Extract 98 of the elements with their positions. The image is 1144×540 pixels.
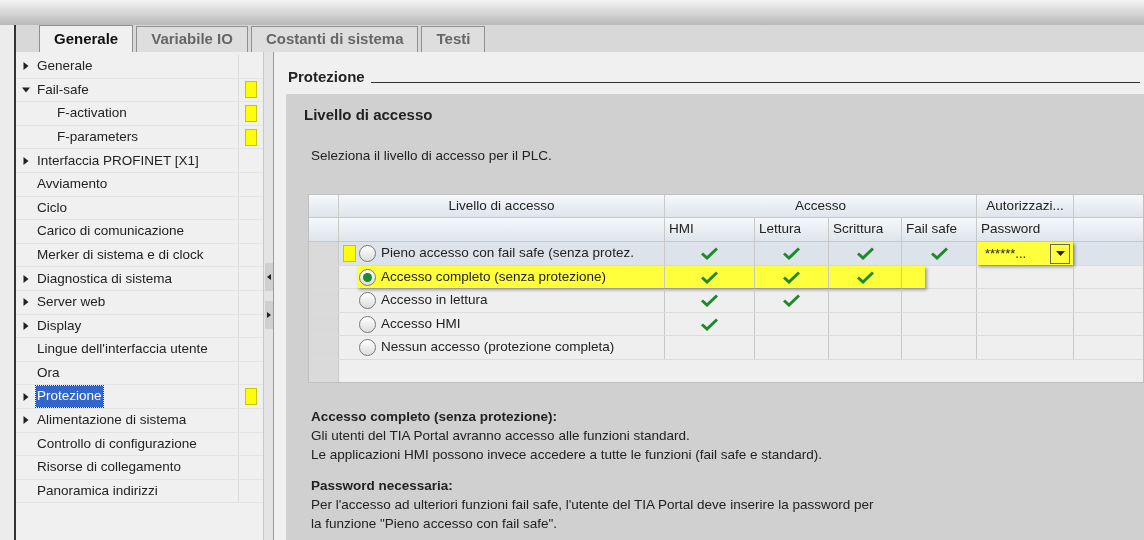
column-header: Scrittura	[829, 218, 902, 242]
access-level-label: Accesso completo (senza protezione)	[381, 267, 607, 286]
tree-row[interactable]: Carico di comunicazione	[16, 220, 263, 244]
dropdown-button[interactable]	[1050, 243, 1070, 264]
tree-row[interactable]: F-parameters	[16, 125, 263, 150]
caret-right-icon[interactable]	[22, 298, 30, 307]
sidebar-item[interactable]: F-activation	[56, 103, 128, 124]
caret-right-icon	[266, 312, 271, 318]
radio-button[interactable]	[359, 292, 376, 309]
column-header: Accesso	[665, 195, 977, 218]
sidebar-item[interactable]: Merker di sistema e di clock	[36, 244, 205, 266]
sidebar-item[interactable]: Fail-safe	[36, 79, 90, 100]
note-heading: Accesso completo (senza protezione):	[311, 407, 558, 426]
sidebar-item[interactable]: Ciclo	[36, 197, 68, 218]
tab[interactable]: Testi	[421, 26, 486, 52]
checkmark-icon	[856, 247, 874, 260]
access-level-label: Nessun accesso (protezione completa)	[381, 338, 615, 357]
column-header: Livello di accesso	[339, 195, 665, 218]
tree-row[interactable]: Lingue dell'interfaccia utente	[16, 338, 263, 362]
sidebar-item[interactable]: Server web	[36, 292, 107, 313]
sidebar-item[interactable]: Carico di comunicazione	[36, 221, 186, 242]
access-level-label: Accesso in lettura	[381, 291, 488, 310]
caret-right-icon[interactable]	[22, 274, 30, 283]
caret-down-icon[interactable]	[22, 85, 30, 94]
tree-row[interactable]: Generale	[16, 55, 263, 79]
table-row[interactable]: Nessun accesso (protezione completa)	[309, 336, 1143, 360]
checkmark-icon	[856, 270, 874, 284]
sidebar-item[interactable]: Lingue dell'interfaccia utente	[36, 339, 209, 360]
sidebar-item[interactable]: Ora	[36, 362, 61, 384]
column-header: Password	[977, 218, 1074, 242]
caret-right-icon[interactable]	[22, 156, 30, 165]
sidebar-item[interactable]: Generale	[36, 56, 94, 77]
flag-marker	[343, 245, 356, 262]
checkmark-icon	[783, 247, 800, 260]
sidebar-item[interactable]: F-parameters	[56, 126, 140, 148]
access-level-label: Pieno accesso con fail safe (senza protez.	[381, 244, 634, 263]
access-level-label: Accesso HMI	[381, 314, 461, 333]
sidebar-item[interactable]: Display	[36, 315, 83, 336]
table-row[interactable]: Accesso completo (senza protezione)	[309, 265, 1143, 290]
group-title: Livello di accesso	[304, 105, 434, 125]
tree-row[interactable]: Server web	[16, 290, 263, 315]
checkmark-icon	[701, 294, 718, 307]
checkmark-icon	[783, 270, 800, 284]
tree-row[interactable]: F-activation	[16, 102, 263, 126]
tree-row[interactable]: Diagnostica di sistema	[16, 267, 263, 291]
tree-row[interactable]: Controllo di configurazione	[16, 432, 263, 457]
column-header: Autorizzazi...	[977, 195, 1074, 218]
radio-button[interactable]	[359, 245, 376, 262]
caret-right-icon[interactable]	[22, 62, 30, 71]
column-header: HMI	[665, 218, 755, 242]
checkmark-icon	[783, 294, 800, 307]
checkmark-icon	[701, 317, 718, 331]
collapse-left-button[interactable]	[264, 263, 273, 291]
table-row[interactable]: Accesso in lettura	[309, 289, 1143, 313]
tree-row[interactable]: Fail-safe	[16, 78, 263, 103]
sidebar-item[interactable]: Risorse di collegamento	[36, 457, 183, 478]
checkmark-icon	[701, 270, 718, 284]
sidebar-item[interactable]: Avviamento	[36, 174, 109, 195]
note-heading: Password necessaria:	[311, 476, 453, 495]
caret-left-icon	[266, 274, 271, 280]
caret-right-icon[interactable]	[22, 416, 30, 425]
checkmark-icon	[930, 247, 948, 260]
note-text: la funzione "Pieno accesso con fail safe".	[311, 514, 557, 533]
note-text: Gli utenti del TIA Portal avranno accesso alle funzioni standard.	[311, 426, 690, 445]
tree-row[interactable]: Alimentazione di sistema	[16, 408, 263, 433]
tree-row[interactable]: Avviamento	[16, 172, 263, 197]
tab[interactable]: Generale	[39, 25, 134, 52]
checkmark-icon	[701, 247, 718, 260]
caret-down-icon	[1055, 251, 1065, 256]
tab[interactable]: Variabile IO	[136, 26, 248, 52]
table-row[interactable]: Pieno accesso con fail safe (senza protez. ******...	[309, 242, 1143, 266]
sidebar-item[interactable]: Controllo di configurazione	[36, 433, 198, 454]
table-row[interactable]: Accesso HMI	[309, 312, 1143, 337]
tree-row[interactable]: Display	[16, 314, 263, 339]
collapse-right-button[interactable]	[264, 301, 273, 329]
caret-right-icon[interactable]	[22, 392, 30, 401]
radio-button[interactable]	[359, 339, 376, 356]
tree-row[interactable]: Merker di sistema e di clock	[16, 243, 263, 268]
sidebar-item[interactable]: Protezione	[36, 386, 103, 407]
column-header: Fail safe	[902, 218, 977, 242]
sidebar-item[interactable]: Diagnostica di sistema	[36, 268, 174, 289]
column-header: Lettura	[755, 218, 829, 242]
tab[interactable]: Costanti di sistema	[250, 26, 419, 52]
radio-button[interactable]	[359, 315, 376, 333]
sidebar-item[interactable]: Panoramica indirizzi	[36, 480, 159, 502]
tree-row[interactable]: Panoramica indirizzi	[16, 479, 263, 504]
tree-row[interactable]: Protezione	[16, 385, 263, 409]
sidebar-item[interactable]: Alimentazione di sistema	[36, 410, 188, 431]
note-text: Per l'accesso ad ulteriori funzioni fail safe, l'utente del TIA Portal deve inserire la password per	[311, 495, 874, 514]
note-text: Le applicazioni HMI possono invece accedere a tutte le funzioni (fail safe e standard).	[311, 445, 823, 464]
tree-row[interactable]: Interfaccia PROFINET [X1]	[16, 149, 263, 173]
intro-text: Seleziona il livello di accesso per il PLC.	[311, 147, 552, 165]
caret-right-icon[interactable]	[22, 321, 30, 330]
section-title: Protezione	[288, 66, 365, 87]
sidebar-item[interactable]: Interfaccia PROFINET [X1]	[36, 150, 200, 171]
password-field[interactable]: ******...	[977, 242, 1073, 265]
tree-row[interactable]: Ciclo	[16, 196, 263, 221]
tree-row[interactable]: Risorse di collegamento	[16, 456, 263, 480]
